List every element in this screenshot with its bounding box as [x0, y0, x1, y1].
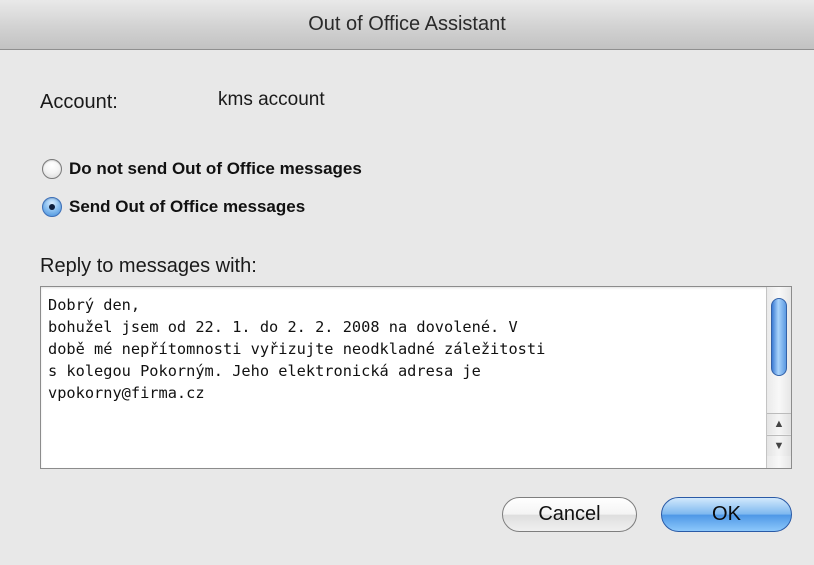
- reply-message-textarea[interactable]: Dobrý den, bohužel jsem od 22. 1. do 2. …: [40, 286, 792, 469]
- cancel-button[interactable]: Cancel: [502, 497, 637, 532]
- radio-label-send[interactable]: Send Out of Office messages: [69, 197, 305, 217]
- out-of-office-dialog: Out of Office Assistant Account: kms acc…: [0, 0, 814, 565]
- account-value: kms account: [218, 89, 325, 110]
- account-label: Account:: [40, 91, 118, 113]
- radio-dot-icon: [49, 204, 55, 210]
- title-bar[interactable]: Out of Office Assistant: [0, 0, 814, 50]
- ok-button[interactable]: OK: [661, 497, 792, 532]
- vertical-scrollbar[interactable]: ▲ ▼: [766, 287, 791, 468]
- reply-label: Reply to messages with:: [40, 255, 257, 277]
- radio-send[interactable]: Send Out of Office messages: [42, 195, 305, 219]
- radio-label-do-not-send[interactable]: Do not send Out of Office messages: [69, 159, 362, 179]
- radio-button-checked[interactable]: [42, 197, 62, 217]
- window-title: Out of Office Assistant: [308, 13, 506, 35]
- radio-button-unchecked[interactable]: [42, 159, 62, 179]
- scroll-up-arrow-icon[interactable]: ▲: [767, 413, 791, 434]
- reply-message-text[interactable]: Dobrý den, bohužel jsem od 22. 1. do 2. …: [48, 294, 760, 404]
- scroll-down-arrow-icon[interactable]: ▼: [767, 435, 791, 456]
- scrollbar-thumb[interactable]: [771, 298, 787, 376]
- radio-do-not-send[interactable]: Do not send Out of Office messages: [42, 157, 362, 181]
